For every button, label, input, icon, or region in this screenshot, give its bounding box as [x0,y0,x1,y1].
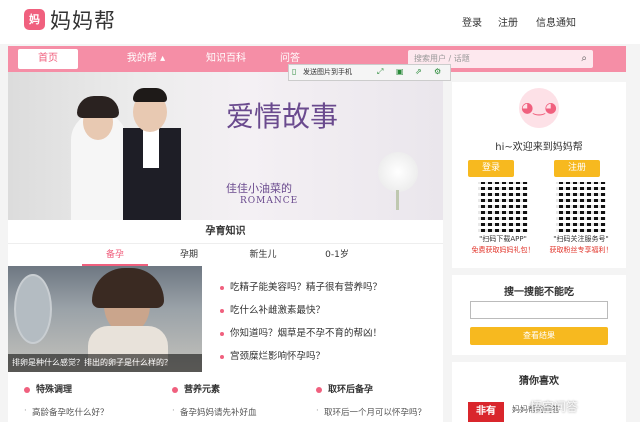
notices-link[interactable]: 信息通知 [536,14,576,29]
avatar: ◕‿◕ [519,88,559,128]
category-item[interactable]: 高龄备孕吃什么好？ [24,406,154,418]
watermark: 悟空问答 [530,400,579,414]
tab-pre-pregnancy[interactable]: 备孕 [82,244,148,266]
register-button[interactable]: 注册 [554,160,600,177]
share-icon[interactable]: ⇗ [415,67,425,77]
send-to-phone-label[interactable]: 发送图片到手机 [303,68,352,76]
nav-item-knowledge[interactable]: 知识百科 [196,46,256,72]
service-qr-code [556,182,606,232]
category-title[interactable]: 特殊调理 [24,382,154,398]
photo-caption[interactable]: 排卵是种什么感觉？排出的卵子是什么样的？ [8,354,202,372]
article-photo[interactable]: 排卵是种什么感觉？排出的卵子是什么样的？ [8,266,202,372]
banner-romance: ROMANCE [240,196,299,206]
article-link[interactable]: 吃精子能美容吗？精子很有营养吗？ [218,276,443,299]
food-search-panel: 搜一搜能不能吃 查看结果 [452,275,626,355]
settings-icon[interactable]: ⚙ [434,67,444,77]
knowledge-tabs: 备孕 孕期 新生儿 0-1岁 [8,244,443,266]
article-link[interactable]: 吃什么补雌激素最快？ [218,299,443,322]
site-logo-text[interactable]: 妈妈帮 [50,5,116,35]
article-link[interactable]: 宫颈糜烂影响怀孕吗？ [218,345,443,368]
view-results-button[interactable]: 查看结果 [470,327,608,345]
image-toolbar[interactable]: ▯ 发送图片到手机 ⤢ ▣ ⇗ ⚙ [288,64,451,81]
section-title: 孕育知识 [8,220,443,244]
login-button[interactable]: 登录 [468,160,514,177]
category-item[interactable]: 备孕妈妈请先补好血 [172,406,302,418]
main-content: 爱情故事 佳佳小油菜的 ROMANCE ▯ 发送图片到手机 ⤢ ▣ ⇗ ⚙ 孕育… [8,64,451,422]
banner-subtitle: 佳佳小油菜的 [226,182,292,195]
category-title[interactable]: 取环后备孕 [316,382,446,398]
welcome-text: hi~欢迎来到妈妈帮 [495,142,583,153]
flowers-decoration [358,112,438,212]
user-panel: ◕‿◕ hi~欢迎来到妈妈帮 登录 注册 "扫码下载APP" 免费获取妈妈礼包！… [452,82,626,268]
tab-newborn[interactable]: 新生儿 [230,244,296,266]
top-header: 妈 妈妈帮 登录 注册 信息通知 [0,0,640,44]
article-list: 吃精子能美容吗？精子很有营养吗？ 吃什么补雌激素最快？ 你知道吗？烟草是不孕不育… [218,276,443,368]
category-item[interactable]: 取环后一个月可以怀孕吗？ [316,406,446,418]
category-title[interactable]: 营养元素 [172,382,302,398]
nav-item-my-group[interactable]: 我的帮 ▴ [116,46,176,72]
logo-icon[interactable]: 妈 [24,9,45,30]
food-search-title: 搜一搜能不能吃 [504,287,574,298]
expand-icon[interactable]: ⤢ [377,67,387,77]
category-columns: 特殊调理 高龄备孕吃什么好？ 营养元素 备孕妈妈请先补好血 取环后备孕 取环后一… [8,382,443,422]
food-search-input[interactable] [470,301,608,319]
search-icon[interactable]: ⌕ [581,50,587,68]
save-icon[interactable]: ▣ [396,67,406,77]
tab-pregnancy[interactable]: 孕期 [156,244,222,266]
nav-item-home[interactable]: 首页 [18,49,78,69]
article-link[interactable]: 你知道吗？烟草是不孕不育的帮凶！ [218,322,443,345]
banner-title: 爱情故事 [226,100,339,133]
recommend-title: 猜你喜欢 [519,376,559,387]
recommend-thumbnail[interactable]: 非有 [468,402,504,422]
phone-icon[interactable]: ▯ [292,67,302,77]
qr-caption-service: "扫码关注服务号" [553,235,609,243]
couple-photo [63,82,183,220]
login-link[interactable]: 登录 [462,14,482,29]
search-placeholder: 搜索用户 / 话题 [414,54,470,63]
qr-sub-service: 获取粉丝专享福利！ [549,246,613,254]
qr-caption-app: "扫码下载APP" [479,235,527,243]
banner-image[interactable]: 爱情故事 佳佳小油菜的 ROMANCE [8,72,443,220]
qr-sub-app: 免费获取妈妈礼包！ [471,246,535,254]
register-link[interactable]: 注册 [498,14,518,29]
app-qr-code [478,182,528,232]
tab-0-1-year[interactable]: 0-1岁 [304,244,370,266]
